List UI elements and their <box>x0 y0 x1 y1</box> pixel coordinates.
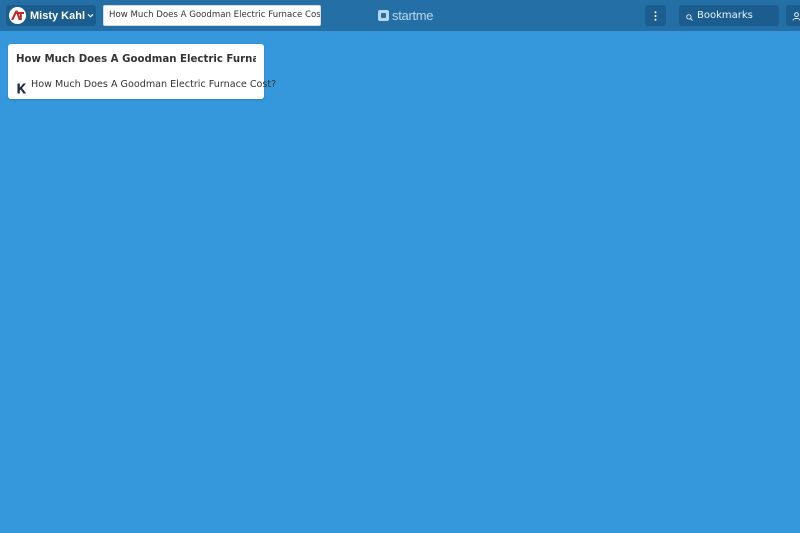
k-favicon-icon <box>16 79 27 93</box>
profile-menu-button[interactable]: Misty Kahl <box>6 5 96 26</box>
search-input[interactable]: Bookmarks <box>697 10 753 21</box>
avatar <box>9 7 26 24</box>
logo-text: startme <box>392 7 434 23</box>
startme-logo-icon <box>378 9 389 21</box>
bookmarks-search[interactable]: Bookmarks <box>679 5 779 26</box>
search-icon <box>686 6 693 25</box>
profile-name: Misty Kahl <box>30 9 86 22</box>
bookmark-link[interactable]: How Much Does A Goodman Electric Furnace… <box>16 77 276 93</box>
page-title-field[interactable]: How Much Does A Goodman Electric Furnace… <box>103 5 321 26</box>
chevron-down-icon <box>87 12 94 19</box>
top-bar: Misty Kahl How Much Does A Goodman Elect… <box>0 0 800 31</box>
bookmark-label: How Much Does A Goodman Electric Furnace… <box>31 78 277 90</box>
bookmark-widget: How Much Does A Goodman Electric Furnace… <box>8 44 276 99</box>
startme-logo[interactable]: startme <box>378 7 434 23</box>
widget-title[interactable]: How Much Does A Goodman Electric Furnace… <box>16 54 256 65</box>
user-icon <box>792 6 800 25</box>
more-options-button[interactable] <box>645 5 666 26</box>
more-vertical-icon <box>654 6 657 25</box>
user-account-button[interactable] <box>786 5 800 26</box>
